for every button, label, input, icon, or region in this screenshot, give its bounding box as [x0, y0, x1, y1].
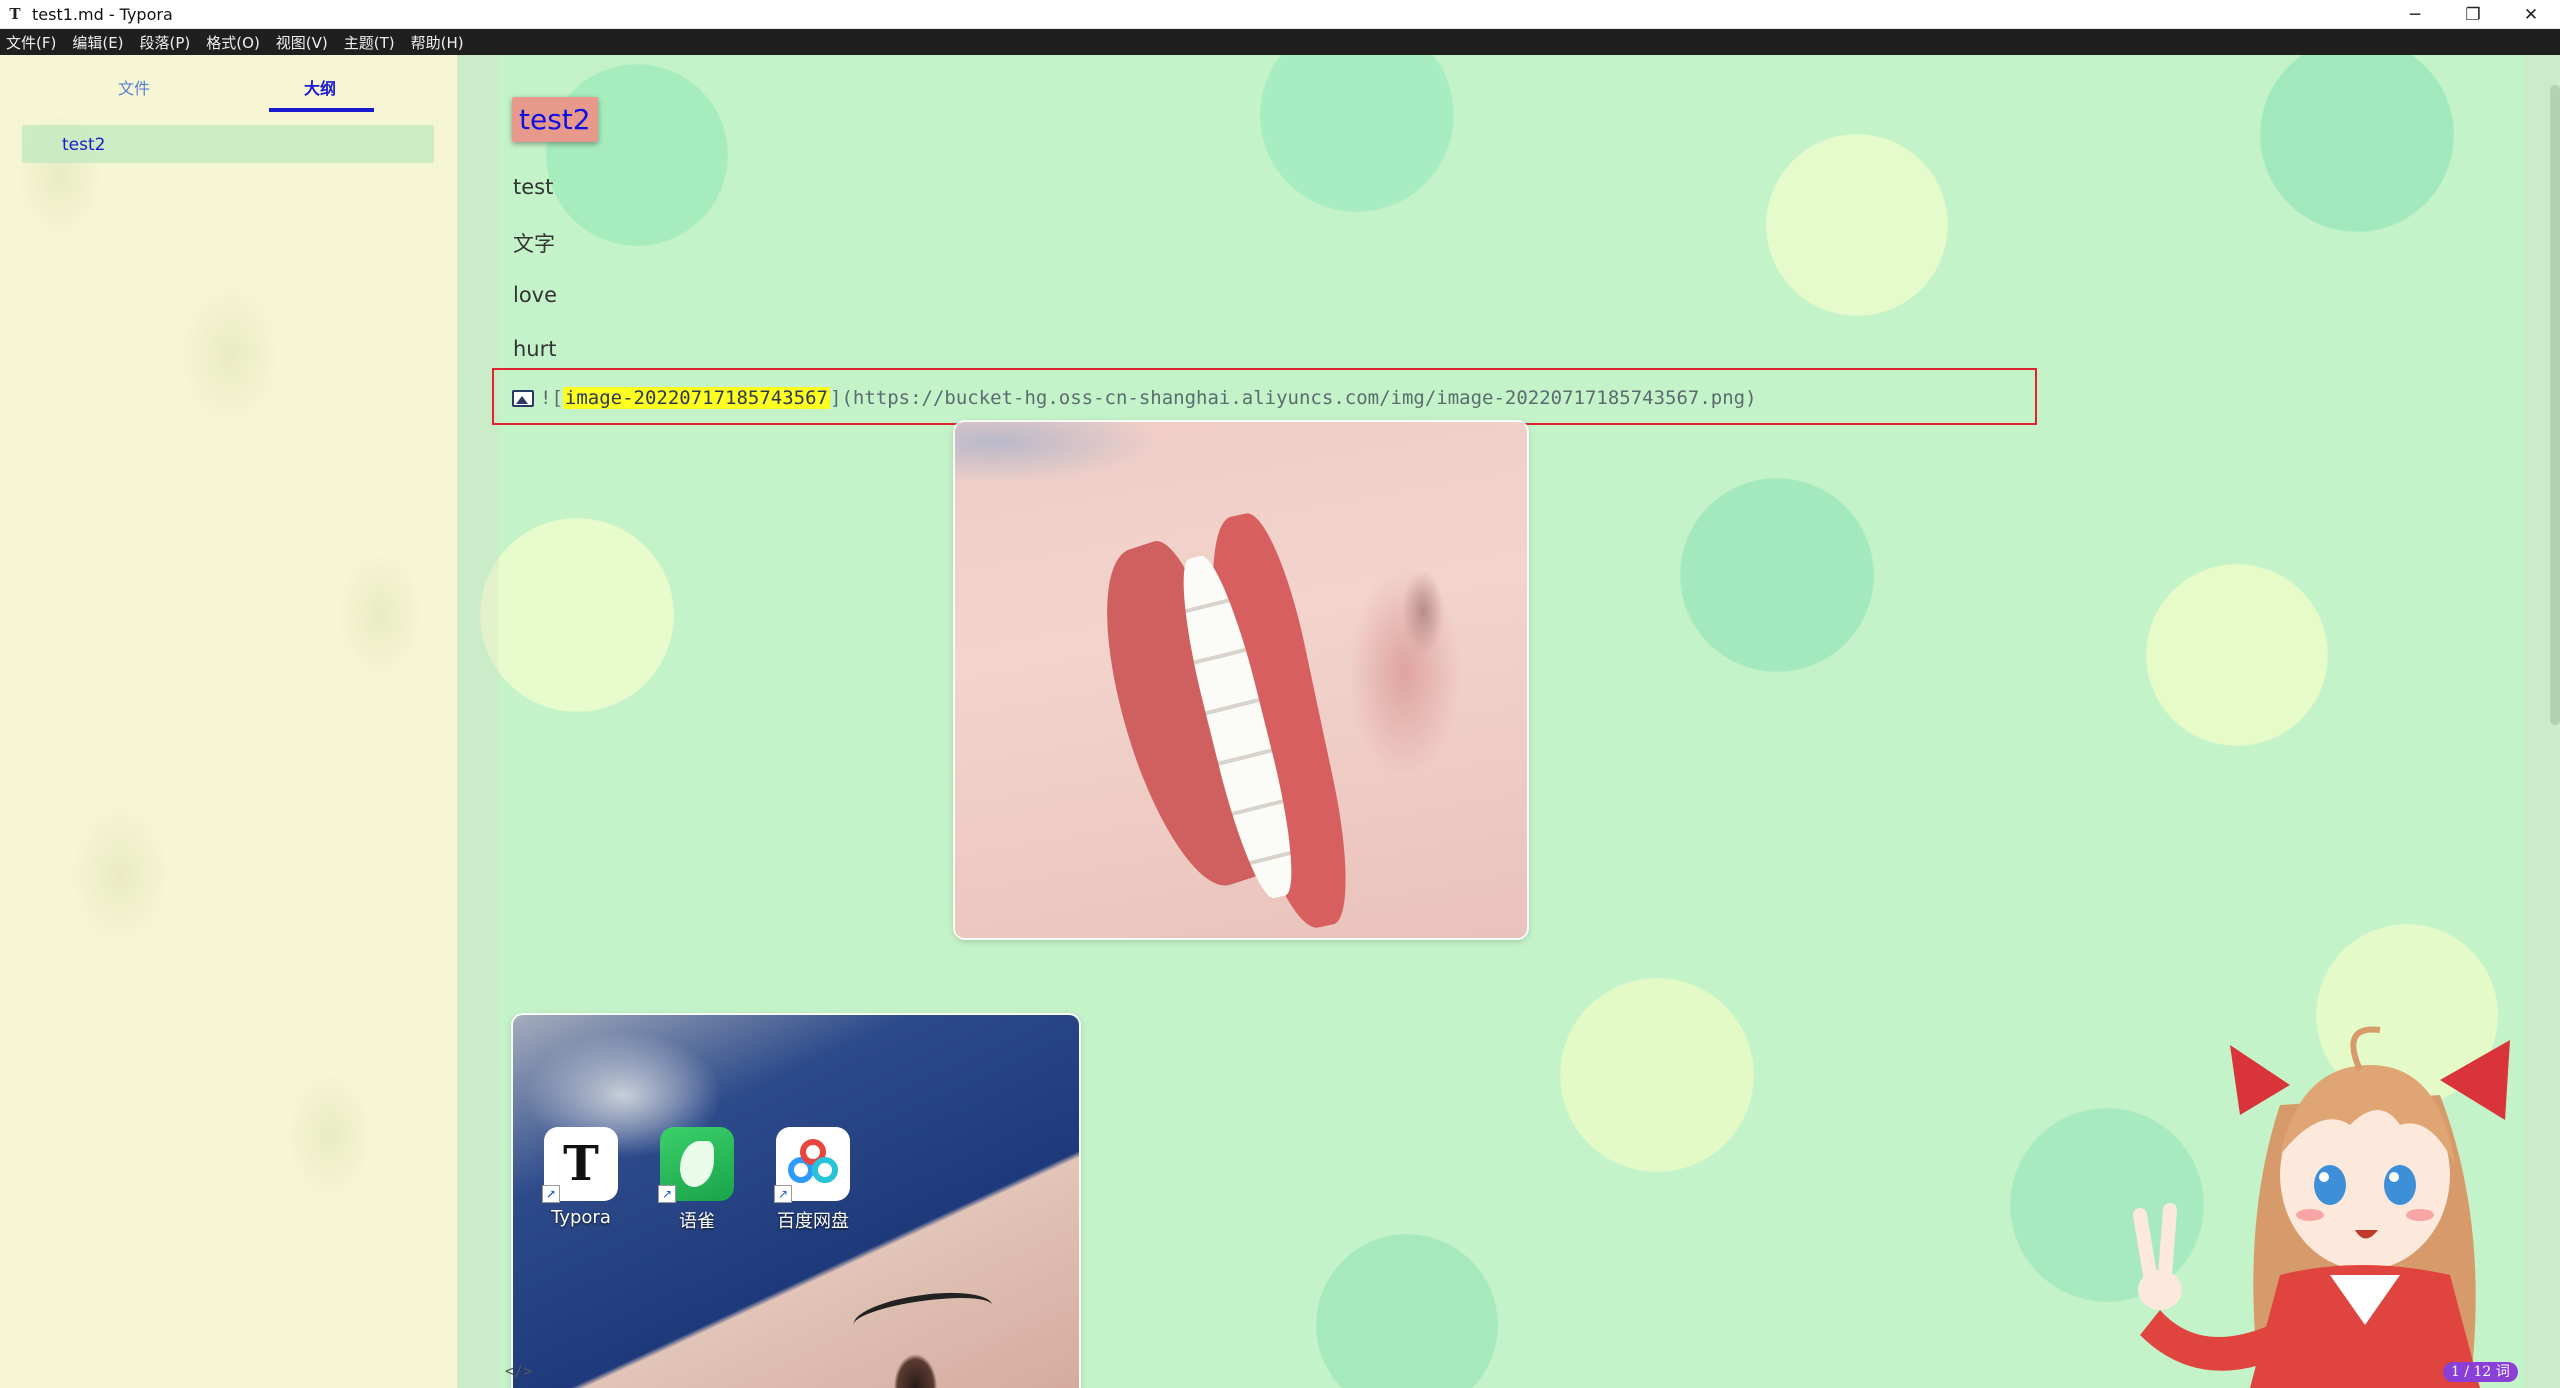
image-alt-text[interactable]: image-20220717185743567 [562, 387, 830, 409]
paragraph-wenzi[interactable]: 文字 [513, 228, 555, 258]
outline-item-label: test2 [62, 135, 106, 155]
mascot-eye-right [2384, 1165, 2416, 1205]
desktop-icon-typora: T ↗ Typora [541, 1127, 621, 1228]
window-controls: ─ ❐ ✕ [2386, 0, 2560, 29]
mascot-peace-fingers [2133, 1203, 2177, 1282]
desktop-icon-label: 语雀 [679, 1211, 715, 1232]
tab-outline[interactable]: 大纲 [304, 75, 336, 99]
heading-test2[interactable]: test2 [512, 97, 598, 142]
typora-icon: T ↗ [542, 1127, 618, 1203]
mascot-bow-left [2230, 1045, 2290, 1115]
image-url[interactable]: ](https://bucket-hg.oss-cn-shanghai.aliy… [830, 387, 1757, 409]
paragraph-love[interactable]: love [513, 283, 557, 307]
shortcut-arrow-icon: ↗ [542, 1185, 560, 1203]
menu-view[interactable]: 视图(V) [276, 32, 328, 53]
shortcut-arrow-icon: ↗ [774, 1185, 792, 1203]
image-icon [512, 389, 534, 407]
editor-scrollbar[interactable] [2550, 85, 2560, 725]
sidebar-tabs: 文件 大纲 [0, 55, 457, 115]
menu-paragraph[interactable]: 段落(P) [140, 32, 191, 53]
editor-margin-left [457, 55, 499, 1388]
window-title: test1.md - Typora [32, 4, 173, 24]
menu-bar: 文件(F) 编辑(E) 段落(P) 格式(O) 视图(V) 主题(T) 帮助(H… [0, 29, 2560, 55]
close-button[interactable]: ✕ [2502, 0, 2560, 29]
restore-button[interactable]: ❐ [2444, 0, 2502, 29]
outline-item-test2[interactable]: test2 [22, 125, 434, 163]
photo-lips-shape [1073, 507, 1363, 937]
mascot-ahoge [2350, 1026, 2381, 1072]
tab-files[interactable]: 文件 [118, 75, 150, 99]
menu-format[interactable]: 格式(O) [206, 32, 260, 53]
shortcut-arrow-icon: ↗ [658, 1185, 676, 1203]
minimize-button[interactable]: ─ [2386, 0, 2444, 29]
active-tab-indicator [269, 108, 374, 112]
desktop-icon-baidu-netdisk: ↗ 百度网盘 [773, 1127, 853, 1233]
mascot-hand [2138, 1270, 2182, 1310]
embedded-image-smile[interactable] [955, 422, 1527, 938]
anime-mascot-widget[interactable] [2110, 1025, 2550, 1388]
sidebar: 文件 大纲 test2 [0, 55, 457, 1388]
photo-nose-shape [1375, 522, 1495, 702]
word-count-badge[interactable]: 1 / 12 词 [2443, 1362, 2518, 1382]
typora-app-icon: T [9, 5, 21, 23]
image-markdown-source[interactable]: ![ image-20220717185743567 ](https://buc… [512, 387, 1757, 409]
baidu-netdisk-icon: ↗ [774, 1127, 850, 1203]
paragraph-hurt[interactable]: hurt [513, 337, 557, 361]
mascot-eye-left [2314, 1165, 2346, 1205]
menu-file[interactable]: 文件(F) [6, 32, 56, 53]
menu-theme[interactable]: 主题(T) [344, 32, 395, 53]
embedded-image-desktop[interactable]: T ↗ Typora ↗ 语雀 ↗ 百度网盘 [513, 1015, 1079, 1388]
yuque-icon: ↗ [658, 1127, 734, 1203]
menu-help[interactable]: 帮助(H) [411, 32, 464, 53]
paragraph-test[interactable]: test [513, 175, 553, 199]
image-syntax-open: ![ [540, 387, 563, 409]
desktop-icon-yuque: ↗ 语雀 [657, 1127, 737, 1233]
desktop-icon-label: 百度网盘 [777, 1211, 849, 1232]
title-bar: T test1.md - Typora ─ ❐ ✕ [0, 0, 2560, 29]
desktop-icon-label: Typora [551, 1207, 611, 1228]
source-code-toggle-icon[interactable]: </> [505, 1362, 532, 1380]
menu-edit[interactable]: 编辑(E) [72, 32, 123, 53]
mascot-bow-right [2440, 1040, 2510, 1120]
mascot-sleeve [2140, 1310, 2270, 1371]
yuque-leaf-shape [680, 1141, 714, 1187]
